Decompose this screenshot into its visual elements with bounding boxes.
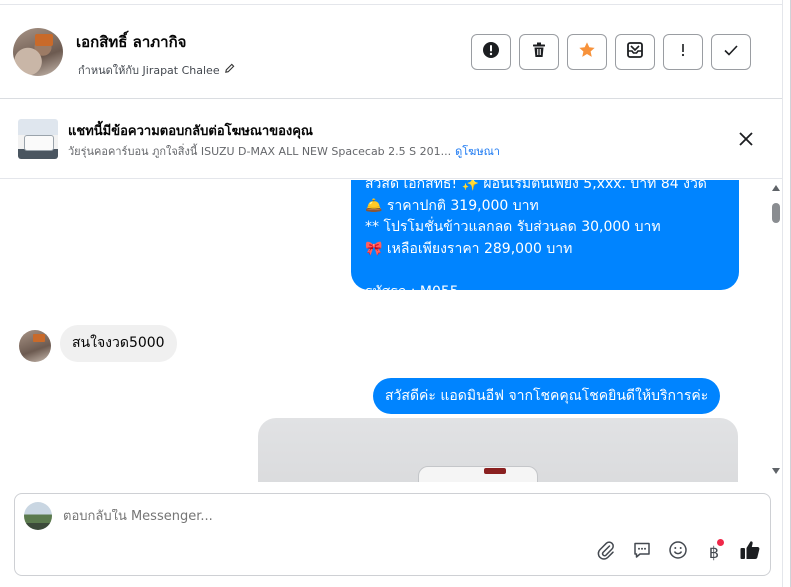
pencil-icon[interactable] xyxy=(224,63,235,77)
car-shape xyxy=(418,466,538,482)
message-line: 🛎️ ราคาปกติ 319,000 บาท xyxy=(365,197,539,214)
incoming-message: สนใจงวด5000 xyxy=(60,325,177,362)
ad-reply-banner: แชทนี้มีข้อความตอบกลับต่อโฆษณาของคุณ วัย… xyxy=(0,99,782,179)
close-banner-button[interactable] xyxy=(736,129,756,149)
saved-replies-button[interactable] xyxy=(631,541,653,563)
exclamation-icon xyxy=(674,41,692,63)
spam-button[interactable] xyxy=(471,34,511,70)
paperclip-icon xyxy=(596,540,616,564)
message-line: รหัสรถ : M055 xyxy=(365,283,459,300)
message-line xyxy=(365,260,725,282)
alert-circle-icon xyxy=(482,41,500,63)
like-button[interactable] xyxy=(739,541,761,563)
star-icon xyxy=(578,41,596,63)
contact-avatar[interactable] xyxy=(13,28,63,76)
thread-scrollbar[interactable] xyxy=(770,180,782,482)
assignee-row[interactable]: กำหนดให้กับ Jirapat Chalee xyxy=(78,61,235,79)
emoji-icon xyxy=(668,540,688,564)
outgoing-message: สวัสดี เอกสิทธิ์! ✨ ผ่อนเริ่มต้นเพียง 5,… xyxy=(351,180,739,300)
message-line: ** โปรโมชั่นข้าวแลกลด รับส่วนลด 30,000 บ… xyxy=(365,219,661,235)
contact-name[interactable]: เอกสิทธิ์ ลาภากิจ xyxy=(76,30,186,54)
trash-icon xyxy=(530,41,548,63)
sender-avatar[interactable] xyxy=(19,330,51,362)
banner-subtitle: วัยรุ่นคอคาร์บอน ภูกใจสิ่งนี้ ISUZU D-MA… xyxy=(68,142,500,160)
close-icon xyxy=(736,132,756,153)
chat-icon xyxy=(632,540,652,564)
delete-button[interactable] xyxy=(519,34,559,70)
scroll-down-arrow-icon[interactable] xyxy=(772,468,780,474)
assignee-text: กำหนดให้กับ Jirapat Chalee xyxy=(78,64,220,77)
emoji-button[interactable] xyxy=(667,541,689,563)
notification-dot xyxy=(717,539,724,546)
check-icon xyxy=(722,41,740,63)
outgoing-message: สวัสดีค่ะ แอดมินอีฟ จากโชคคุณโชคยินดีให้… xyxy=(373,378,721,414)
messenger-conversation-panel: เอกสิทธิ์ ลาภากิจ กำหนดให้กับ Jirapat Ch… xyxy=(0,0,791,587)
payment-button[interactable]: ฿ xyxy=(703,539,725,563)
car-photo[interactable] xyxy=(258,418,738,482)
ad-description: วัยรุ่นคอคาร์บอน ภูกใจสิ่งนี้ ISUZU D-MA… xyxy=(68,145,452,158)
ad-thumbnail[interactable] xyxy=(18,119,58,159)
attach-file-button[interactable] xyxy=(595,541,617,563)
move-to-inbox-button[interactable] xyxy=(615,34,655,70)
header-action-buttons xyxy=(471,34,751,70)
right-divider xyxy=(782,0,783,587)
star-button[interactable] xyxy=(567,34,607,70)
message-thread[interactable]: สวัสดี เอกสิทธิ์! ✨ ผ่อนเริ่มต้นเพียง 5,… xyxy=(0,180,770,482)
message-line: สวัสดี เอกสิทธิ์! ✨ ผ่อนเริ่มต้นเพียง 5,… xyxy=(365,180,707,192)
thumbs-up-icon xyxy=(739,539,761,565)
view-ad-link[interactable]: ดูโฆษณา xyxy=(455,145,500,158)
scroll-up-arrow-icon[interactable] xyxy=(772,185,780,191)
car-brake-light xyxy=(484,468,506,474)
page-avatar xyxy=(24,502,52,530)
banner-title: แชทนี้มีข้อความตอบกลับต่อโฆษณาของคุณ xyxy=(68,124,313,139)
archive-icon xyxy=(626,41,644,63)
reply-input[interactable] xyxy=(63,509,663,524)
reply-composer: ฿ xyxy=(14,493,771,576)
conversation-header: เอกสิทธิ์ ลาภากิจ กำหนดให้กับ Jirapat Ch… xyxy=(0,5,782,99)
mark-done-button[interactable] xyxy=(711,34,751,70)
composer-tools: ฿ xyxy=(595,539,761,563)
message-line: 🎀 เหลือเพียงราคา 289,000 บาท xyxy=(365,240,573,257)
scrollbar-thumb[interactable] xyxy=(772,203,780,223)
mark-important-button[interactable] xyxy=(663,34,703,70)
